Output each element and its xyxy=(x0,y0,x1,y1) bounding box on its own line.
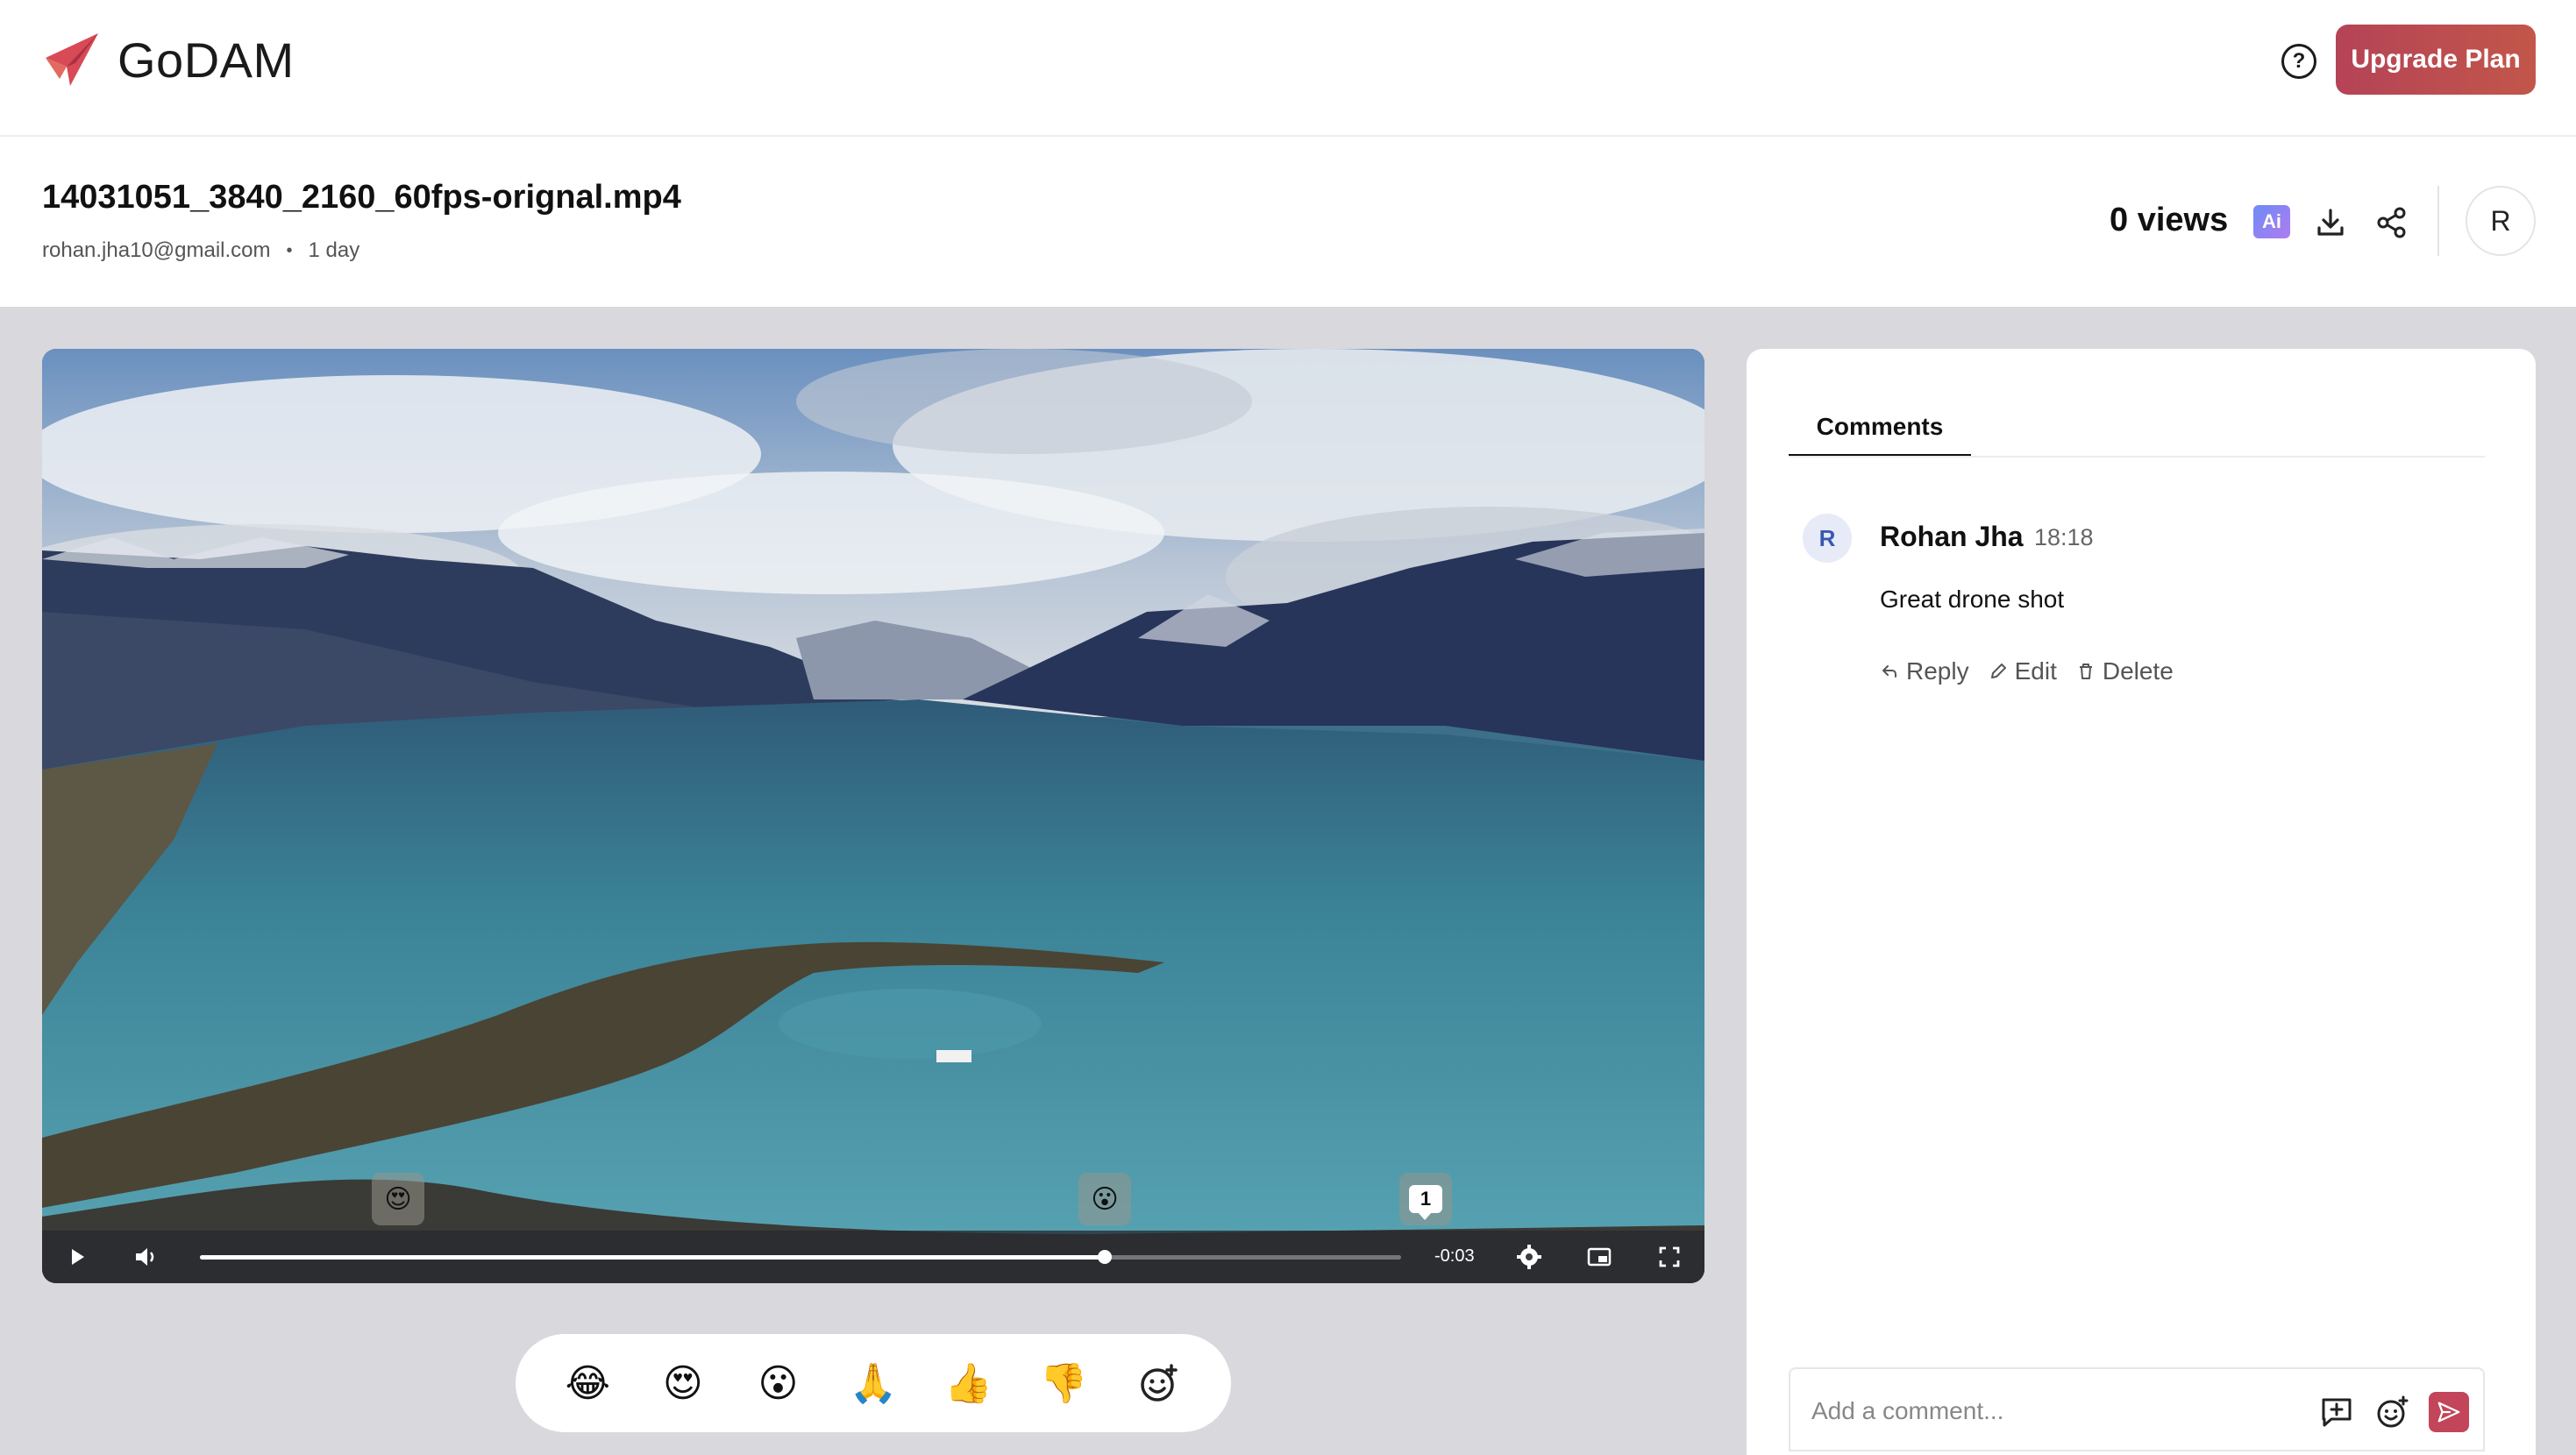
meta-separator: • xyxy=(286,240,293,260)
top-bar: GoDAM ? Upgrade Plan xyxy=(0,0,2576,137)
edit-button[interactable]: Edit xyxy=(1989,657,2057,685)
progress-bar[interactable] xyxy=(200,1250,1401,1264)
add-reaction-button[interactable] xyxy=(1128,1352,1190,1414)
play-icon[interactable] xyxy=(63,1243,91,1271)
comment-input[interactable] xyxy=(1811,1394,2302,1429)
trash-icon xyxy=(2079,664,2092,679)
settings-gear-icon[interactable] xyxy=(1515,1243,1543,1271)
help-icon[interactable]: ? xyxy=(2281,44,2316,79)
view-count: 0 views xyxy=(2110,202,2229,238)
video-player[interactable]: 😍 😮 1 -0:03 xyxy=(42,349,1704,1283)
tab-comments[interactable]: Comments xyxy=(1789,400,1971,458)
edit-label: Edit xyxy=(2014,657,2057,685)
upgrade-plan-button[interactable]: Upgrade Plan xyxy=(2336,25,2536,95)
comment-author: Rohan Jha xyxy=(1880,521,2024,552)
comment-avatar: R xyxy=(1803,514,1852,563)
file-age: 1 day xyxy=(308,238,360,262)
comment-input-box xyxy=(1789,1367,2485,1451)
thumbs-up-reaction-button[interactable]: 👍 xyxy=(938,1352,1000,1414)
reply-label: Reply xyxy=(1906,657,1969,685)
laugh-reaction-button[interactable]: 😂 xyxy=(557,1352,618,1414)
delete-button[interactable]: Delete xyxy=(2076,657,2174,685)
file-meta: rohan.jha10@gmail.com • 1 day xyxy=(42,238,359,263)
comment-actions: Reply Edit Delete xyxy=(1880,657,2193,685)
thumbs-down-reaction-button[interactable]: 👎 xyxy=(1033,1352,1094,1414)
comment-bubble-icon: 1 xyxy=(1409,1185,1442,1220)
heart-eyes-reaction-button[interactable]: 😍 xyxy=(652,1352,714,1414)
file-owner: rohan.jha10@gmail.com xyxy=(42,238,271,262)
download-icon[interactable] xyxy=(2313,205,2348,240)
file-info-bar: 14031051_3840_2160_60fps-orignal.mp4 roh… xyxy=(0,137,2576,307)
video-frame xyxy=(42,349,1704,1283)
add-emoji-icon xyxy=(2377,1395,2409,1428)
reactions-bar: 😂 😍 😮 🙏 👍 👎 xyxy=(516,1334,1231,1432)
volume-icon[interactable] xyxy=(132,1243,160,1271)
comment-marker[interactable]: 1 xyxy=(1399,1173,1452,1225)
pray-reaction-button[interactable]: 🙏 xyxy=(843,1352,904,1414)
header-divider xyxy=(2437,186,2439,256)
surprised-reaction-marker[interactable]: 😮 xyxy=(1078,1173,1131,1225)
time-remaining: -0:03 xyxy=(1434,1246,1475,1266)
app-logo[interactable]: GoDAM xyxy=(40,28,295,91)
progress-fill xyxy=(200,1255,1105,1260)
send-icon xyxy=(2437,1402,2460,1423)
delete-label: Delete xyxy=(2102,657,2174,685)
comments-panel: Comments R Rohan Jha 18:18 Great drone s… xyxy=(1747,349,2536,1455)
pencil-icon xyxy=(1990,664,2006,678)
comment-timestamp[interactable]: 18:18 xyxy=(2034,524,2094,551)
emoji-picker-button[interactable] xyxy=(2373,1392,2413,1432)
tabs-divider xyxy=(1789,456,2485,458)
app-name: GoDAM xyxy=(117,32,295,88)
ai-icon[interactable]: Ai xyxy=(2253,205,2290,238)
reply-button[interactable]: Reply xyxy=(1880,657,1969,685)
heart-eyes-reaction-marker[interactable]: 😍 xyxy=(372,1173,424,1225)
fullscreen-icon[interactable] xyxy=(1655,1243,1683,1271)
picture-in-picture-icon[interactable] xyxy=(1585,1243,1613,1271)
video-controls: -0:03 xyxy=(42,1231,1704,1283)
comment-count: 1 xyxy=(1420,1188,1432,1210)
progress-handle[interactable] xyxy=(1097,1250,1112,1264)
add-comment-button[interactable] xyxy=(2316,1392,2357,1432)
godam-logo-icon xyxy=(46,33,98,86)
marker-emoji: 😍 xyxy=(384,1184,412,1214)
send-comment-button[interactable] xyxy=(2429,1392,2469,1432)
user-avatar[interactable]: R xyxy=(2466,186,2536,256)
file-title: 14031051_3840_2160_60fps-orignal.mp4 xyxy=(42,179,681,216)
reply-icon xyxy=(1882,665,1896,678)
add-emoji-icon xyxy=(1140,1364,1178,1402)
ai-label: Ai xyxy=(2262,210,2281,232)
marker-emoji: 😮 xyxy=(1091,1184,1119,1214)
share-icon[interactable] xyxy=(2374,205,2409,240)
comment-plus-icon xyxy=(2322,1398,2352,1427)
comment-text: Great drone shot xyxy=(1880,586,2065,613)
surprised-reaction-button[interactable]: 😮 xyxy=(747,1352,808,1414)
